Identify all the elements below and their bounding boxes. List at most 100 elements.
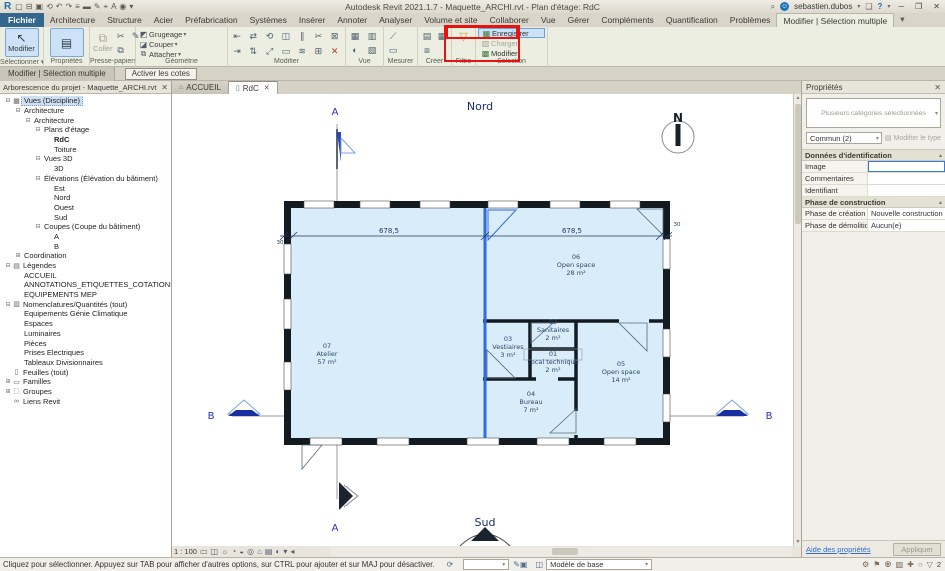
tree-item-architecture[interactable]: ⊟Architecture xyxy=(0,106,171,116)
cut-icon[interactable]: ✂ xyxy=(114,29,128,43)
redo-icon[interactable]: ↷ xyxy=(65,2,72,11)
tree-item-prises-electriques[interactable]: Prises Electriques xyxy=(0,348,171,358)
save-icon[interactable]: ▣ xyxy=(36,2,44,11)
array-icon[interactable]: ∥ xyxy=(295,29,309,43)
create-group-icon[interactable]: ⧈ xyxy=(420,43,434,57)
tree-item-luminaires[interactable]: Luminaires xyxy=(0,329,171,339)
filter-button[interactable]: ▽ Filtre xyxy=(452,27,476,67)
tree-expander-icon[interactable]: ⊞ xyxy=(14,252,22,259)
expand-icon[interactable]: ◂ xyxy=(290,547,294,556)
tree-item-nord[interactable]: Nord xyxy=(0,193,171,203)
open-icon[interactable]: ⊟ xyxy=(26,2,33,11)
legend-component-icon[interactable]: ▤ xyxy=(420,29,434,43)
ribbon-tab-compl-ments[interactable]: Compléments xyxy=(595,13,659,27)
tree-expander-icon[interactable]: ⊟ xyxy=(34,155,42,162)
design-options-icon[interactable]: ⚑ xyxy=(873,560,880,569)
print-icon[interactable]: ≡ xyxy=(75,2,80,11)
graphic-display-icon[interactable]: ▥ xyxy=(365,29,379,43)
selection-enregistrer-button[interactable]: ▦Enregistrer xyxy=(478,28,545,38)
properties-close-icon[interactable]: ✕ xyxy=(934,83,941,92)
tree-item-tableaux-divisionnaires[interactable]: Tableaux Divisionnaires xyxy=(0,358,171,368)
tree-item-accueil[interactable]: ACCUEIL xyxy=(0,270,171,280)
scale-icon[interactable]: ▭ xyxy=(279,44,293,58)
trim-icon[interactable]: ✂ xyxy=(311,29,325,43)
property-value-phase-de-d-molition[interactable]: Aucun(e) xyxy=(868,220,945,231)
activate-dimensions-button[interactable]: Activer les cotes xyxy=(125,68,197,80)
search-icon[interactable]: ⌕ xyxy=(771,2,775,12)
collapse-icon[interactable]: ▴ xyxy=(939,152,942,159)
selection-filter-icon[interactable]: ▽ xyxy=(927,560,933,569)
north-compass[interactable]: N xyxy=(662,111,694,153)
tree-item-liens-revit[interactable]: ∞Liens Revit xyxy=(0,396,171,406)
close-hidden-icon[interactable]: ▧ xyxy=(365,43,379,57)
ribbon-tab-quantification[interactable]: Quantification xyxy=(660,13,724,27)
section-marker-b-right[interactable] xyxy=(716,400,748,416)
rotate-icon[interactable]: ⟲ xyxy=(263,29,277,43)
tree-item-b[interactable]: B xyxy=(0,241,171,251)
ribbon-tab-syst-mes[interactable]: Systèmes xyxy=(244,13,293,27)
dimension-text[interactable]: 678,5 xyxy=(379,227,399,235)
tree-item-groupes[interactable]: ⊞⬚Groupes xyxy=(0,387,171,397)
view-scale[interactable]: 1 : 100 xyxy=(174,547,197,556)
minimize-button[interactable]: ─ xyxy=(895,2,907,11)
design-option-icon[interactable]: ◫ xyxy=(536,560,544,569)
tree-item-l-gendes[interactable]: ⊟▤Légendes xyxy=(0,261,171,271)
pin-icon[interactable]: ⊞ xyxy=(311,44,325,58)
help-dropdown-icon[interactable]: ▾ xyxy=(887,3,890,10)
property-value-image[interactable] xyxy=(868,161,945,172)
tree-item-equipements-g-nie-climatique[interactable]: Equipements Génie Climatique xyxy=(0,309,171,319)
selection-charger-button[interactable]: ▨Charger xyxy=(478,38,545,48)
measure-icon[interactable]: ▬ xyxy=(83,2,91,11)
vertical-scrollbar[interactable]: ▲ ▼ xyxy=(793,94,801,546)
gray-inactive-icon[interactable]: ▣ xyxy=(520,560,528,569)
ribbon-tab-g-rer[interactable]: Gérer xyxy=(562,13,596,27)
editable-only-icon[interactable]: ▧ xyxy=(896,560,904,569)
section-marker-a-bottom[interactable] xyxy=(339,482,358,510)
tree-expander-icon[interactable]: ⊞ xyxy=(4,378,12,385)
sync-icon[interactable]: ⟲ xyxy=(46,2,53,11)
tree-expander-icon[interactable]: ⊟ xyxy=(4,301,12,308)
aligned-dimension-icon[interactable]: ✎ xyxy=(94,2,101,11)
view-tab-close-icon[interactable]: ✕ xyxy=(264,84,270,92)
mirror-line-icon[interactable]: ⇅ xyxy=(246,44,260,58)
ribbon-tab-probl-mes[interactable]: Problèmes xyxy=(724,13,777,27)
section-marker-b-left[interactable] xyxy=(228,400,260,416)
worksharing-icon[interactable]: ⚙ xyxy=(862,560,869,569)
south-elevation-symbol[interactable] xyxy=(460,527,510,546)
section-marker-a-top[interactable] xyxy=(337,129,355,169)
tree-item-familles[interactable]: ⊞▭Familles xyxy=(0,377,171,387)
design-option-combo[interactable]: Modèle de base▾ xyxy=(546,559,652,570)
ribbon-tab-ins-rer[interactable]: Insérer xyxy=(293,13,331,27)
workset-combo[interactable]: ▾ xyxy=(463,559,509,570)
ribbon-tab-collaborer[interactable]: Collaborer xyxy=(484,13,535,27)
tree-item-nomenclatures-quantit-s-tout-[interactable]: ⊟▥Nomenclatures/Quantités (tout) xyxy=(0,299,171,309)
apply-button[interactable]: Appliquer xyxy=(893,543,941,556)
tree-item-coupes-coupe-du-b-timent-[interactable]: ⊟Coupes (Coupe du bâtiment) xyxy=(0,222,171,232)
visual-style-icon[interactable]: ◫ xyxy=(211,547,219,556)
sun-path-icon[interactable]: ☼ xyxy=(221,547,228,556)
sync-status-icon[interactable]: ♼ xyxy=(884,560,891,569)
detail-level-icon[interactable]: ▭ xyxy=(200,547,208,556)
user-name[interactable]: sebastien.dubos xyxy=(794,2,852,11)
crop-region-icon[interactable]: ⌂ xyxy=(257,547,262,556)
tree-expander-icon[interactable]: ⊟ xyxy=(34,126,42,133)
tree-item-rdc[interactable]: RdC xyxy=(0,135,171,145)
user-dropdown-icon[interactable]: ▾ xyxy=(857,3,860,10)
couper-button[interactable]: ◪Couper▾ xyxy=(138,39,225,49)
rendering-icon[interactable]: ◒ xyxy=(239,547,244,556)
ribbon-tab-fichier[interactable]: Fichier xyxy=(0,13,44,27)
paste-button[interactable]: ⧉ Coller xyxy=(92,28,114,57)
tree-item-equipements-mep[interactable]: EQUIPEMENTS MEP xyxy=(0,290,171,300)
offset-icon[interactable]: ⇥ xyxy=(230,44,244,58)
tree-item-a[interactable]: A xyxy=(0,232,171,242)
app-menu-button[interactable]: R xyxy=(0,1,15,12)
property-group-header[interactable]: Phase de construction▴ xyxy=(802,197,945,208)
restore-button[interactable]: ❐ xyxy=(912,2,925,11)
default-3d-view-icon[interactable]: ◉ xyxy=(119,2,126,11)
grugeage-button[interactable]: ◩Grugeage▾ xyxy=(138,29,225,39)
drawing-canvas[interactable]: 678,5678,53030 07Atelier57 m²06Open spac… xyxy=(172,94,793,546)
create-similar-icon[interactable]: ▦ xyxy=(435,29,449,43)
qat-customize-icon[interactable]: ▾ xyxy=(129,2,133,11)
horizontal-scrollbar[interactable] xyxy=(330,547,792,556)
align-icon[interactable]: ⇤ xyxy=(230,29,244,43)
